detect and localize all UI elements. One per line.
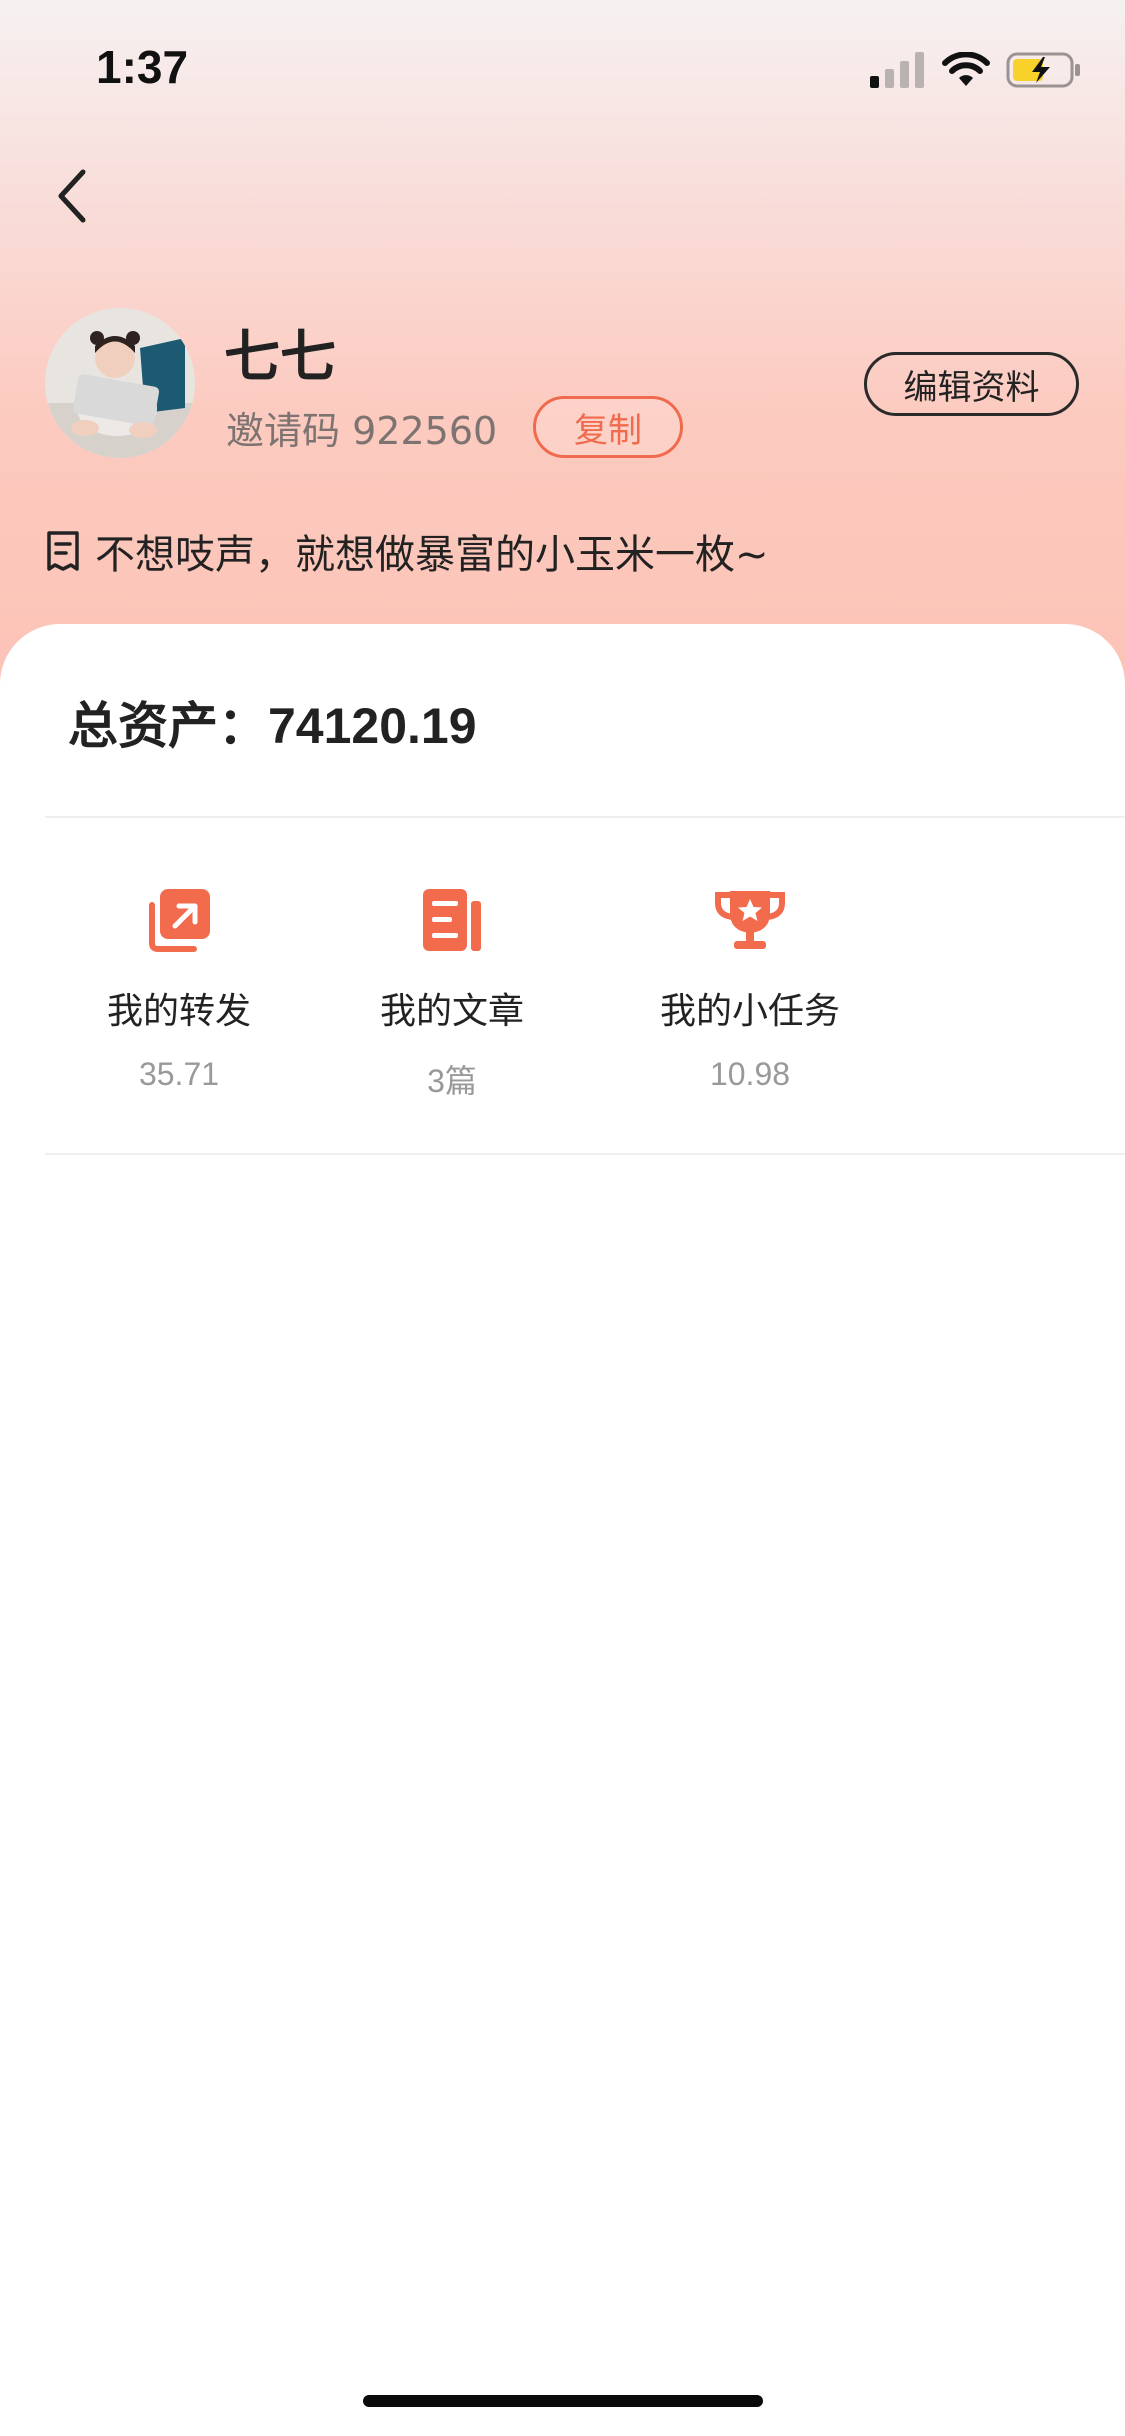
total-assets-label: 总资产： [68, 697, 268, 755]
menu-item-articles[interactable]: 我的文章 3篇 [332, 880, 572, 1102]
menu-value: 10.98 [709, 1056, 791, 1092]
menu-label: 我的转发 [106, 991, 251, 1032]
bio-text: 不想吱声，就想做暴富的小玉米一枚~ [95, 532, 769, 578]
avatar-photo [45, 308, 195, 458]
status-time: 1:37 [96, 41, 189, 93]
menu-item-shares[interactable]: 我的转发 35.71 [59, 880, 299, 1093]
divider [45, 1153, 1125, 1155]
avatar[interactable] [45, 308, 195, 458]
invite-code-label: 邀请码 [226, 409, 341, 453]
edit-profile-button[interactable]: 编辑资料 [864, 352, 1079, 416]
menu-value: 35.71 [138, 1056, 220, 1092]
invite-code-value: 922560 [352, 409, 498, 453]
trophy-icon [710, 880, 790, 960]
menu-label: 我的小任务 [659, 991, 840, 1032]
bio: 不想吱声，就想做暴富的小玉米一枚~ [45, 522, 769, 580]
menu-label: 我的文章 [379, 991, 524, 1032]
total-assets: 总资产：74120.19 [68, 686, 477, 758]
chevron-left-icon [58, 169, 86, 223]
note-icon [47, 531, 79, 571]
divider [45, 816, 1125, 818]
wifi-icon [942, 52, 990, 86]
home-indicator [363, 2395, 763, 2407]
total-assets-amount: 74120.19 [268, 698, 477, 754]
username: 七七 [224, 325, 336, 390]
cellular-signal-icon [870, 52, 924, 88]
battery-charging-icon [1006, 52, 1080, 88]
copy-button[interactable]: 复制 [533, 396, 683, 458]
share-forward-icon [139, 880, 219, 960]
menu-item-tasks[interactable]: 我的小任务 10.98 [630, 880, 870, 1093]
menu-value: 3篇 [427, 1063, 477, 1099]
status-icons [870, 48, 1082, 92]
invite-code: 邀请码 922560 [226, 400, 497, 455]
article-icon [412, 880, 492, 960]
back-button[interactable] [46, 164, 98, 228]
